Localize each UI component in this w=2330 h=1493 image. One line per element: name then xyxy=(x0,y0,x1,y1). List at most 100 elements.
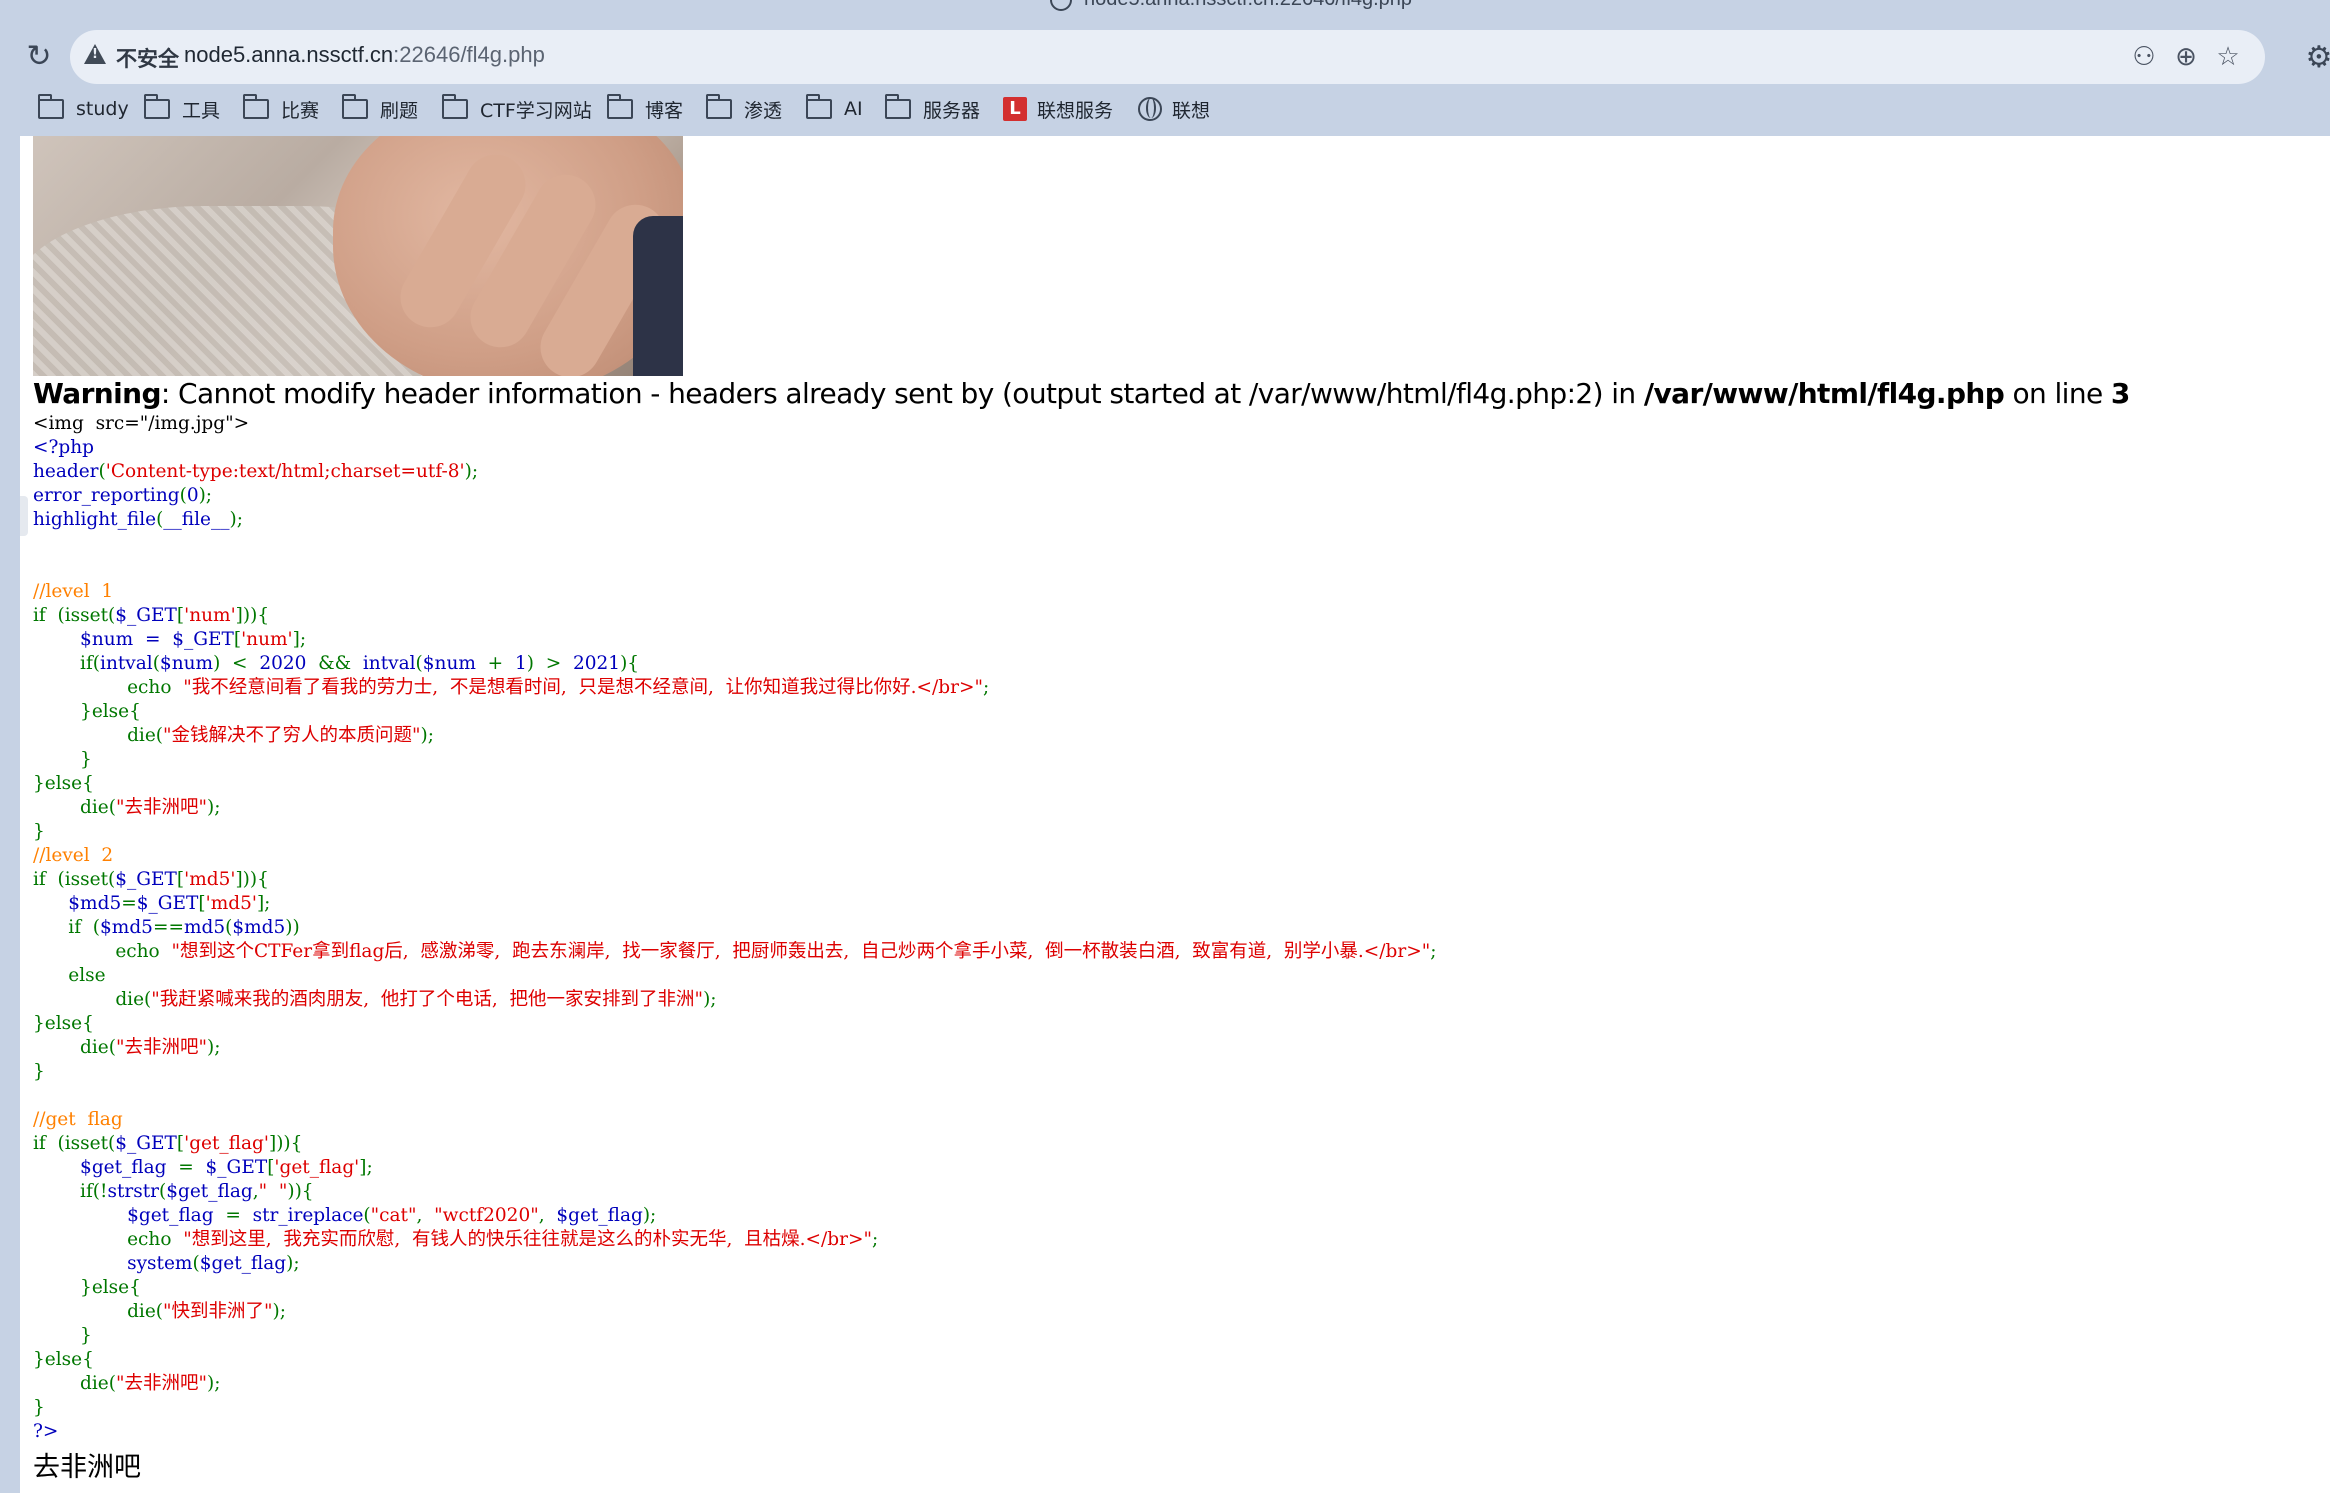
code-line: $get_flag = str_ireplace("cat", "wctf202… xyxy=(33,1205,656,1226)
code-token: , xyxy=(538,1205,557,1226)
bookmark-lenovo[interactable]: 联想 xyxy=(1138,88,1210,130)
code-token: die( xyxy=(33,1301,164,1322)
code-line: } xyxy=(33,1325,92,1346)
security-status[interactable]: 不安全 xyxy=(116,43,179,73)
extensions-icon[interactable]: ⚙ xyxy=(2304,40,2330,75)
bookmark-ctf-sites[interactable]: CTF学习网站 xyxy=(442,88,592,130)
bookmark-lenovo-service[interactable]: L 联想服务 xyxy=(1003,88,1113,130)
code-token: ]; xyxy=(359,1157,373,1178)
code-token: echo xyxy=(33,677,184,698)
bookmark-ai[interactable]: AI xyxy=(806,88,863,130)
code-line: }else{ xyxy=(33,1349,94,1370)
code-token: $md5 xyxy=(232,917,286,938)
code-token: $num = $_GET xyxy=(33,629,234,650)
url-text[interactable]: node5.anna.nssctf.cn:22646/fl4g.php xyxy=(184,42,545,68)
code-token: str_ireplace xyxy=(252,1205,364,1226)
code-token: ); xyxy=(464,461,479,482)
code-token: ( xyxy=(415,653,423,674)
code-token: intval xyxy=(100,653,153,674)
code-token: highlight_file xyxy=(33,509,157,530)
code-token: $get_flag xyxy=(556,1205,643,1226)
bookmark-label: 比赛 xyxy=(281,99,320,122)
code-token: ]; xyxy=(256,893,271,914)
code-line: } xyxy=(33,749,92,770)
code-token: "我赶紧喊来我的酒肉朋友, 他打了个电话, 把他一家安排到了非洲" xyxy=(151,989,704,1010)
code-token: ]; xyxy=(292,629,307,650)
bookmark-label: 刷题 xyxy=(380,99,419,122)
code-line: if (isset($_GET['md5'])){ xyxy=(33,869,269,890)
bookmark-study[interactable]: study xyxy=(38,88,129,130)
bookmark-practice[interactable]: 刷题 xyxy=(342,88,418,130)
code-line: }else{ xyxy=(33,701,141,722)
star-icon[interactable]: ☆ xyxy=(2211,40,2245,74)
code-token: && xyxy=(318,653,363,674)
code-token: strstr xyxy=(107,1181,160,1202)
code-token: $md5 xyxy=(100,917,153,938)
code-token: $num xyxy=(159,653,214,674)
code-line: if(!strstr($get_flag," ")){ xyxy=(33,1181,314,1202)
code-token: " " xyxy=(258,1181,288,1202)
window-title-text: node5.anna.nssctf.cn:22646/fl4g.php xyxy=(1084,0,1412,10)
code-token: == xyxy=(152,917,184,938)
code-token: header xyxy=(33,461,99,482)
zoom-icon[interactable]: ⊕ xyxy=(2169,40,2203,74)
code-line: <?php xyxy=(33,437,94,458)
code-token: 'Content-type:text/html;charset=utf-8' xyxy=(105,461,465,482)
code-token: 'num' xyxy=(241,629,293,650)
address-bar[interactable]: 不安全 node5.anna.nssctf.cn:22646/fl4g.php … xyxy=(70,30,2265,84)
code-line: if (isset($_GET['num'])){ xyxy=(33,605,269,626)
code-token: $_GET xyxy=(115,869,177,890)
code-line: }else{ xyxy=(33,1013,94,1034)
code-token: ])){ xyxy=(235,605,270,626)
translate-icon[interactable]: ⚇ xyxy=(2127,40,2161,74)
code-token: "金钱解决不了穷人的本质问题" xyxy=(163,725,421,746)
code-token: = xyxy=(178,1157,206,1178)
page-viewport: Warning: Cannot modify header informatio… xyxy=(20,136,2330,1493)
code-token: ); xyxy=(642,1205,657,1226)
php-warning: Warning: Cannot modify header informatio… xyxy=(33,376,2130,412)
code-token: ( xyxy=(152,653,160,674)
side-panel-handle[interactable] xyxy=(20,496,28,536)
warning-file: /var/www/html/fl4g.php xyxy=(1643,377,2005,410)
code-token: )){ xyxy=(287,1181,314,1202)
warning-triangle-icon[interactable] xyxy=(84,44,106,64)
code-token: }else{ xyxy=(33,701,141,722)
code-token: die( xyxy=(33,725,164,746)
code-line: } xyxy=(33,1061,45,1082)
bookmarks-bar: study 工具 比赛 刷题 CTF学习网站 博客 渗透 AI 服务器 L 联想服… xyxy=(0,88,2330,130)
bookmark-blog[interactable]: 博客 xyxy=(607,88,683,130)
folder-icon xyxy=(243,94,269,119)
code-token: <img src="/img.jpg"> xyxy=(33,413,250,434)
code-token: else xyxy=(33,965,106,986)
bookmark-contests[interactable]: 比赛 xyxy=(243,88,319,130)
bookmark-tools[interactable]: 工具 xyxy=(144,88,220,130)
code-token: "去非洲吧" xyxy=(115,1373,208,1394)
code-token: die( xyxy=(33,1037,116,1058)
code-token: ; xyxy=(871,1229,879,1250)
page-output: 去非洲吧 xyxy=(33,1452,141,1483)
code-token: ); xyxy=(198,485,213,506)
folder-icon xyxy=(607,94,633,119)
bookmark-label: 渗透 xyxy=(744,99,783,122)
code-line: }else{ xyxy=(33,1277,141,1298)
code-line: <img src="/img.jpg"> xyxy=(33,413,249,434)
code-token: <?php xyxy=(33,437,95,458)
code-token: 'get_flag' xyxy=(184,1133,269,1154)
bookmark-pentest[interactable]: 渗透 xyxy=(706,88,782,130)
code-line: error_reporting(0); xyxy=(33,485,212,506)
code-token: ); xyxy=(207,797,221,818)
code-token: "去非洲吧" xyxy=(115,797,208,818)
code-token: echo xyxy=(33,1229,184,1250)
code-token: ){ xyxy=(620,653,640,674)
code-line: die("去非洲吧"); xyxy=(33,1037,220,1058)
folder-icon xyxy=(706,94,732,119)
code-line: //level 2 xyxy=(33,845,113,866)
code-token: ) < xyxy=(213,653,260,674)
code-token: }else{ xyxy=(33,1349,94,1370)
code-token: __file__ xyxy=(163,509,230,530)
bookmark-servers[interactable]: 服务器 xyxy=(885,88,980,130)
code-line: $num = $_GET['num']; xyxy=(33,629,306,650)
bookmark-label: AI xyxy=(844,98,863,120)
bookmark-label: 工具 xyxy=(182,99,221,122)
reload-icon[interactable]: ↻ xyxy=(24,42,54,72)
